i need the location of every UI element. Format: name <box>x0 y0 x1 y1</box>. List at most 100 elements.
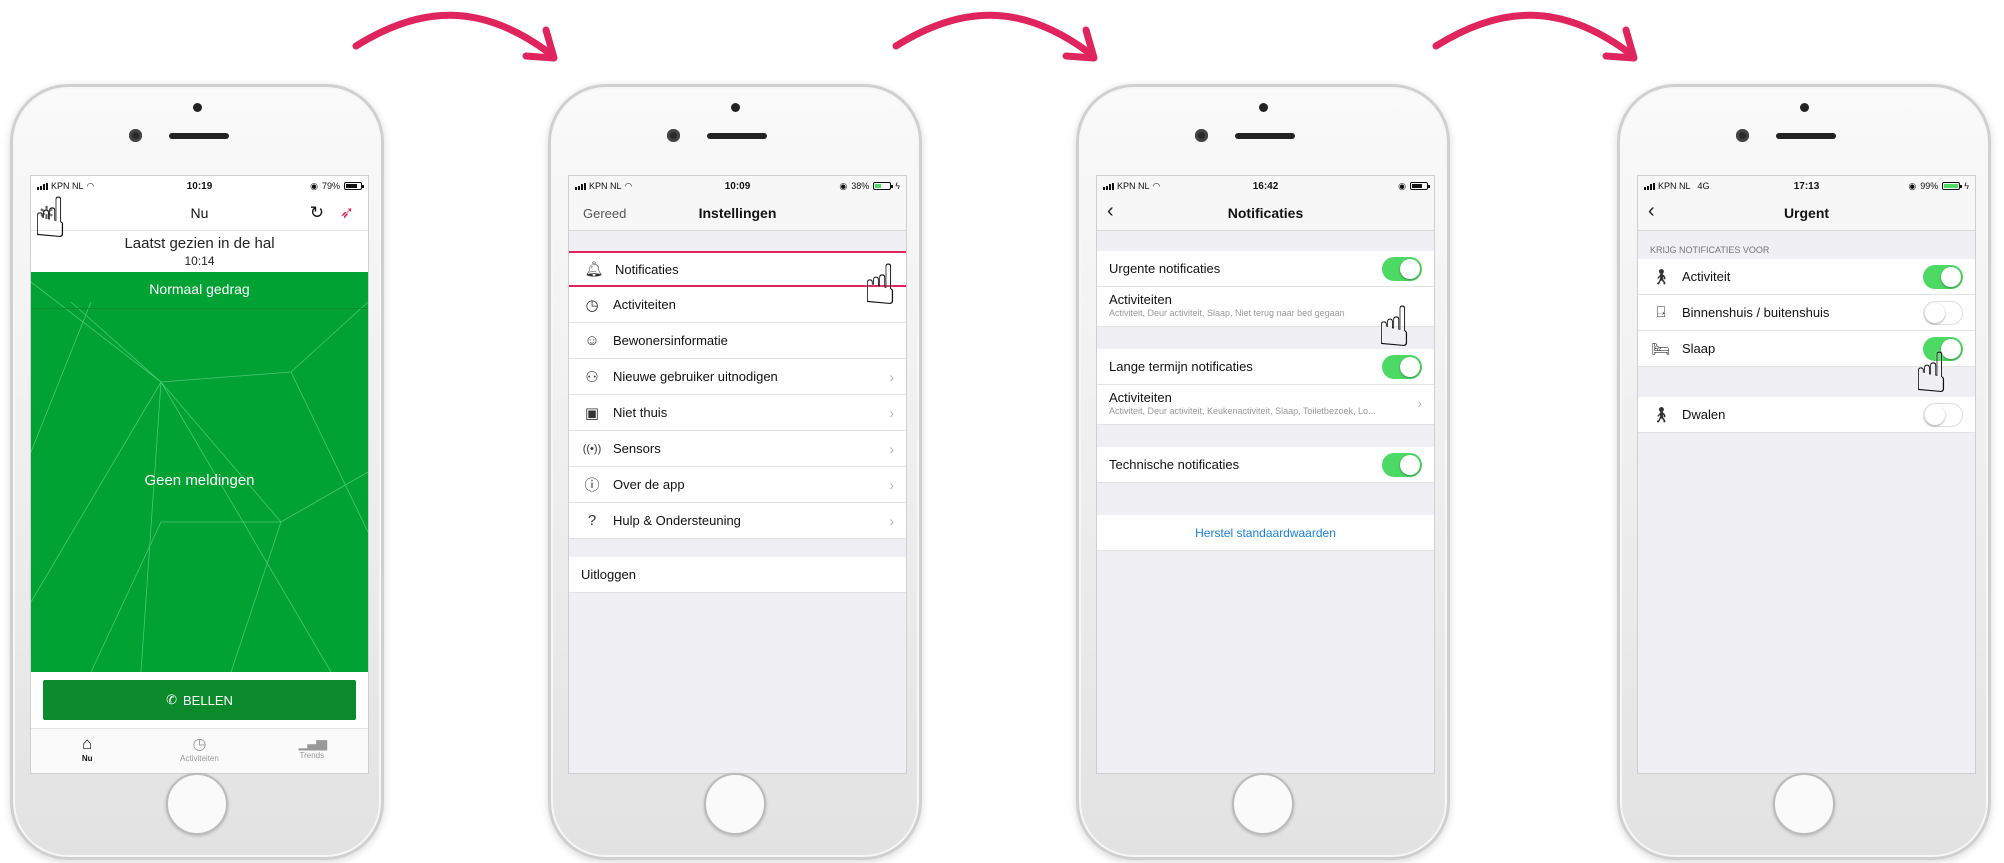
settings-item-notificaties[interactable]: 🔔︎ Notificaties <box>569 251 906 287</box>
bar-chart-icon: ▁▃▅ <box>298 734 327 750</box>
page-title: Notificaties <box>1227 205 1304 221</box>
tab-activiteiten[interactable]: ◷ Activiteiten <box>143 729 255 773</box>
call-button-label: BELLEN <box>183 692 233 708</box>
page-title: Instellingen <box>698 205 777 221</box>
refresh-icon[interactable]: ↻ <box>310 203 324 223</box>
call-button[interactable]: ✆ BELLEN <box>43 680 356 720</box>
battery-icon <box>344 182 364 190</box>
status-bar: KPN NL ◠ 10:19 ◉ 79% <box>31 176 368 196</box>
item-label: Hulp & Ondersteuning <box>613 513 741 528</box>
row-label: Urgente notificaties <box>1109 261 1221 276</box>
item-label: Niet thuis <box>613 405 668 420</box>
item-label: Slaap <box>1682 341 1716 356</box>
page-title: Nu <box>190 205 209 221</box>
back-chevron-icon[interactable]: ‹ <box>1107 200 1114 223</box>
home-button[interactable] <box>1232 773 1294 835</box>
phone-settings-screen: KPN NL ◠ 10:09 ◉ 38% ϟ Gereed Instelling… <box>548 84 922 860</box>
reset-defaults-button[interactable]: Herstel standaardwaarden <box>1097 515 1434 551</box>
proximity-sensor <box>731 103 740 112</box>
settings-item-invite[interactable]: ⚇ Nieuwe gebruiker uitnodigen › <box>569 359 906 395</box>
proximity-sensor <box>1259 103 1268 112</box>
earpiece <box>1235 133 1295 139</box>
settings-item-activiteiten[interactable]: ◷ Activiteiten <box>569 287 906 323</box>
pointing-hand-icon: ☝ <box>33 186 68 249</box>
tab-label: Activiteiten <box>180 754 219 763</box>
pointing-hand-icon: ☝ <box>1377 295 1412 358</box>
front-camera <box>1195 129 1208 142</box>
row-label: Technische notificaties <box>1109 457 1240 472</box>
tab-nu[interactable]: ⌂ Nu <box>31 729 143 773</box>
urgent-notifications-toggle[interactable] <box>1382 256 1422 281</box>
battery-icon <box>1410 182 1430 190</box>
suitcase-icon: ▣ <box>584 404 600 422</box>
settings-item-bewonersinformatie[interactable]: ☺ Bewonersinformatie <box>569 323 906 359</box>
urgent-item-binnenshuis: ⍈ Binnenshuis / buitenshuis <box>1638 295 1975 331</box>
back-chevron-icon[interactable]: ‹ <box>1648 200 1655 223</box>
item-label: Sensors <box>613 441 661 456</box>
tab-label: Trends <box>299 751 325 760</box>
technical-notifications-toggle[interactable] <box>1382 452 1422 477</box>
item-label: Binnenshuis / buitenshuis <box>1682 305 1830 320</box>
last-seen-text: Laatst gezien in de hal <box>124 235 275 252</box>
flow-arrow-1 <box>352 11 558 62</box>
chevron-right-icon: › <box>1417 395 1422 411</box>
last-seen-time: 10:14 <box>184 254 215 268</box>
earpiece <box>169 133 229 139</box>
flow-arrow-3 <box>1432 11 1638 62</box>
activiteit-toggle[interactable] <box>1923 264 1963 289</box>
add-user-icon: ⚇ <box>585 368 599 386</box>
urgent-item-activiteit: 🚶︎ Activiteit <box>1638 259 1975 295</box>
long-term-notifications-toggle[interactable] <box>1382 354 1422 379</box>
clock-icon: ◷ <box>192 736 207 753</box>
settings-list: 🔔︎ Notificaties ◷ Activiteiten ☺ Bewoner… <box>569 251 906 539</box>
walking-icon: 🚶︎ <box>1651 268 1671 286</box>
binnenshuis-toggle[interactable] <box>1923 300 1963 325</box>
last-seen-block: Laatst gezien in de hal 10:14 <box>31 231 368 275</box>
phone-home-screen: KPN NL ◠ 10:19 ◉ 79% ✲ Nu ↻ ➶ Laatst gez… <box>10 84 384 860</box>
settings-item-about[interactable]: ⓘ Over de app › <box>569 467 906 503</box>
phone-icon: ✆ <box>166 692 178 707</box>
home-button[interactable] <box>166 773 228 835</box>
item-label: Bewonersinformatie <box>613 333 728 348</box>
row-label: Lange termijn notificaties <box>1109 359 1253 374</box>
home-button[interactable] <box>704 773 766 835</box>
home-button[interactable] <box>1773 773 1835 835</box>
clock: 10:09 <box>724 180 751 192</box>
sensor-icon: ((•)) <box>582 442 602 455</box>
earpiece <box>1776 133 1836 139</box>
row-title: Activiteiten <box>1109 390 1172 405</box>
logout-button[interactable]: Uitloggen <box>569 557 906 593</box>
phone-urgent-screen: KPN NL 4G 17:13 ◉ 99% ϟ ‹ Urgent KRIJG N… <box>1617 84 1991 860</box>
tab-trends[interactable]: ▁▃▅ Trends <box>256 729 368 773</box>
settings-item-help[interactable]: ? Hulp & Ondersteuning › <box>569 503 906 539</box>
page-title: Urgent <box>1783 205 1830 221</box>
row-description: Activiteit, Deur activiteit, Slaap, Niet… <box>1109 308 1345 318</box>
battery-icon <box>873 182 894 190</box>
item-label: Notificaties <box>615 261 679 277</box>
technical-notifications-row: Technische notificaties <box>1097 447 1434 483</box>
done-button[interactable]: Gereed <box>583 206 626 221</box>
long-term-activities-row[interactable]: Activiteiten Activiteit, Deur activiteit… <box>1097 385 1434 425</box>
no-alerts-text: Geen meldingen <box>144 472 255 489</box>
clock: 16:42 <box>1252 180 1279 192</box>
dwalen-toggle[interactable] <box>1923 402 1963 427</box>
status-bar: KPN NL 4G 17:13 ◉ 99% ϟ <box>1638 176 1975 196</box>
front-camera <box>1736 129 1749 142</box>
settings-item-niet-thuis[interactable]: ▣ Niet thuis › <box>569 395 906 431</box>
person-icon: ☺ <box>584 332 600 349</box>
front-camera <box>129 129 142 142</box>
item-label: Activiteit <box>1682 269 1731 284</box>
item-label: Over de app <box>613 477 685 492</box>
status-bar: KPN NL ◠ 10:09 ◉ 38% ϟ <box>569 176 906 196</box>
screen: KPN NL ◠ 10:19 ◉ 79% ✲ Nu ↻ ➶ Laatst gez… <box>30 175 369 774</box>
info-icon: ⓘ <box>584 477 600 494</box>
bed-icon: 🛏︎ <box>1651 340 1671 358</box>
proximity-sensor <box>193 103 202 112</box>
tab-bar: ⌂ Nu ◷ Activiteiten ▁▃▅ Trends <box>31 728 368 773</box>
flow-arrow-2 <box>892 11 1098 62</box>
proximity-sensor <box>1800 103 1809 112</box>
screen: KPN NL 4G 17:13 ◉ 99% ϟ ‹ Urgent KRIJG N… <box>1637 175 1976 774</box>
item-label: Dwalen <box>1682 407 1726 422</box>
settings-item-sensors[interactable]: ((•)) Sensors › <box>569 431 906 467</box>
front-camera <box>667 129 680 142</box>
